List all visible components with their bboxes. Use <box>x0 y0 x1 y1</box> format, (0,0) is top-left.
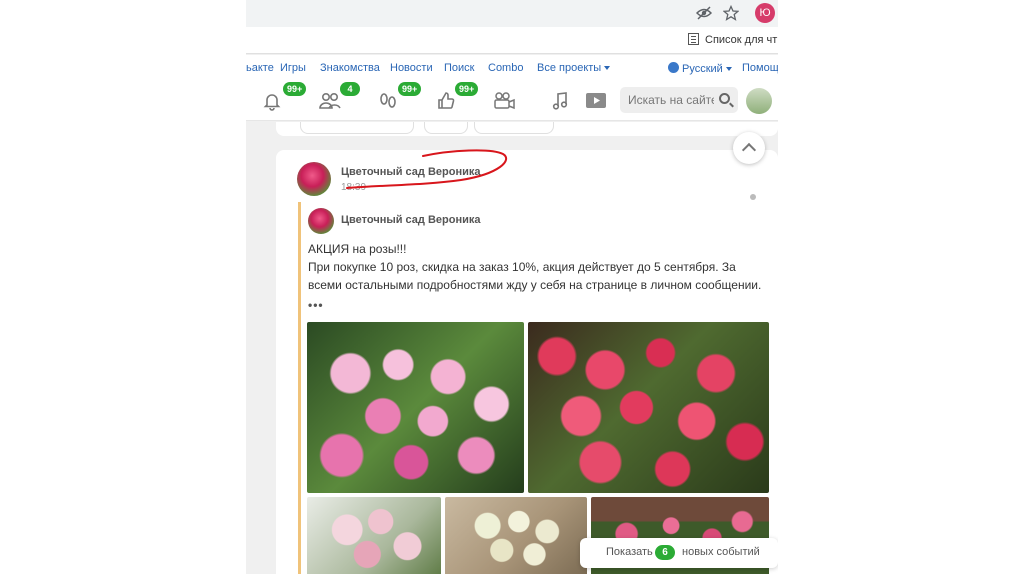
post-text-line: АКЦИЯ на розы!!! <box>308 242 407 256</box>
globe-icon <box>668 62 679 73</box>
search-input[interactable] <box>628 92 714 108</box>
footprints-icon[interactable] <box>376 91 400 113</box>
nav-link-help[interactable]: Помощь <box>742 62 778 74</box>
site-toolbar: 99+ 4 99+ 99+ <box>246 81 778 121</box>
nav-link-search[interactable]: Поиск <box>444 62 474 74</box>
bell-icon[interactable] <box>260 91 284 113</box>
previous-post-action[interactable] <box>424 122 468 134</box>
new-events-bar[interactable]: Показать 6 новых событий <box>580 538 778 568</box>
post-photo[interactable] <box>528 322 769 493</box>
thumbs-up-icon[interactable] <box>434 91 458 113</box>
post-menu-icon[interactable] <box>750 194 756 200</box>
post-photo[interactable] <box>307 497 441 574</box>
post-photo[interactable] <box>307 322 524 493</box>
profile-avatar[interactable]: Ю <box>755 3 775 23</box>
guests-badge: 99+ <box>398 82 422 96</box>
user-avatar[interactable] <box>746 88 772 114</box>
chevron-down-icon <box>725 67 732 71</box>
music-icon[interactable] <box>548 91 572 113</box>
repost-border <box>298 202 301 574</box>
hand-drawn-underline <box>346 149 508 189</box>
eye-off-icon[interactable] <box>695 5 713 21</box>
reading-list-icon <box>688 33 699 45</box>
reading-list-button[interactable]: Список для чт <box>688 33 777 46</box>
bookmarks-bar: Список для чт <box>246 27 778 54</box>
all-projects-label: Все проекты <box>537 62 602 74</box>
new-events-suffix: новых событий <box>682 546 760 558</box>
post-text-line: При покупке 10 роз, скидка на заказ 10%,… <box>308 260 762 292</box>
browser-toolbar: Ю <box>246 0 778 27</box>
show-more-dots[interactable]: ••• <box>308 298 324 312</box>
language-label: Русский <box>682 63 723 75</box>
notifications-badge: 99+ <box>283 82 307 96</box>
scroll-to-top-button[interactable] <box>733 132 765 164</box>
previous-post-action[interactable] <box>474 122 554 134</box>
play-icon[interactable] <box>584 91 608 113</box>
site-search[interactable] <box>620 87 738 113</box>
friends-badge: 4 <box>340 82 360 96</box>
nav-link-news[interactable]: Новости <box>390 62 433 74</box>
post-card: Цветочный сад Вероника 18:39 Цветочный с… <box>276 149 778 574</box>
likes-badge: 99+ <box>455 82 479 96</box>
previous-post-action[interactable] <box>300 122 414 134</box>
post-text: АКЦИЯ на розы!!! При покупке 10 роз, ски… <box>308 240 770 294</box>
repost-author-avatar[interactable] <box>308 208 334 234</box>
new-events-count: 6 <box>655 545 675 560</box>
nav-link-dating[interactable]: Знакомства <box>320 62 380 74</box>
friends-icon[interactable] <box>318 91 342 113</box>
screenshot-frame: Ю Список для чт ьакте Игры Знакомства Но… <box>246 0 778 574</box>
reading-list-label: Список для чт <box>705 34 778 46</box>
new-events-prefix: Показать <box>606 546 653 558</box>
previous-post-card <box>276 122 778 136</box>
nav-link-all-projects[interactable]: Все проекты <box>537 62 611 74</box>
post-photo[interactable] <box>445 497 587 574</box>
author-avatar[interactable] <box>297 162 331 196</box>
address-bar[interactable] <box>246 2 746 25</box>
video-camera-icon[interactable] <box>492 91 516 113</box>
site-top-nav: ьакте Игры Знакомства Новости Поиск Comb… <box>246 55 778 81</box>
language-selector[interactable]: Русский <box>668 62 732 75</box>
nav-link-combo[interactable]: Combo <box>488 62 523 74</box>
nav-link-vkontakte[interactable]: ьакте <box>246 62 274 74</box>
nav-link-games[interactable]: Игры <box>280 62 306 74</box>
chevron-down-icon <box>604 66 611 70</box>
star-icon[interactable] <box>722 4 740 21</box>
search-icon[interactable] <box>719 93 730 104</box>
feed: Цветочный сад Вероника 18:39 Цветочный с… <box>246 122 778 574</box>
repost-author[interactable]: Цветочный сад Вероника <box>341 214 481 226</box>
